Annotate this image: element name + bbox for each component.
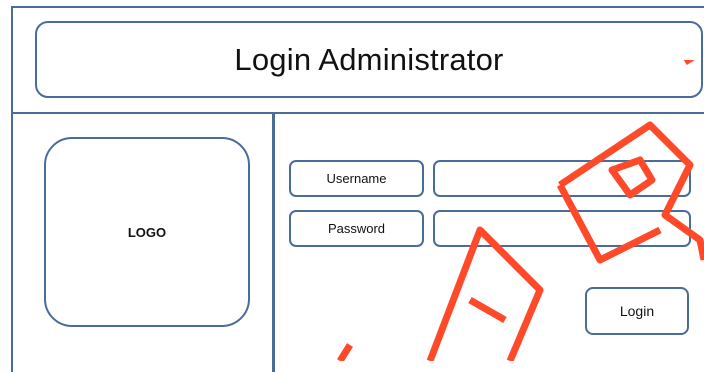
username-input[interactable] xyxy=(433,160,691,197)
header-box: Login Administrator xyxy=(35,21,703,98)
password-label: Password xyxy=(289,210,424,247)
login-button[interactable]: Login xyxy=(585,287,689,335)
password-input[interactable] xyxy=(433,210,691,247)
logo-text: LOGO xyxy=(127,224,167,240)
username-label: Username xyxy=(289,160,424,197)
password-label-text: Password xyxy=(327,221,386,236)
page-title: Login Administrator xyxy=(234,41,504,77)
logo-placeholder: LOGO xyxy=(44,137,250,327)
username-label-text: Username xyxy=(326,171,387,186)
